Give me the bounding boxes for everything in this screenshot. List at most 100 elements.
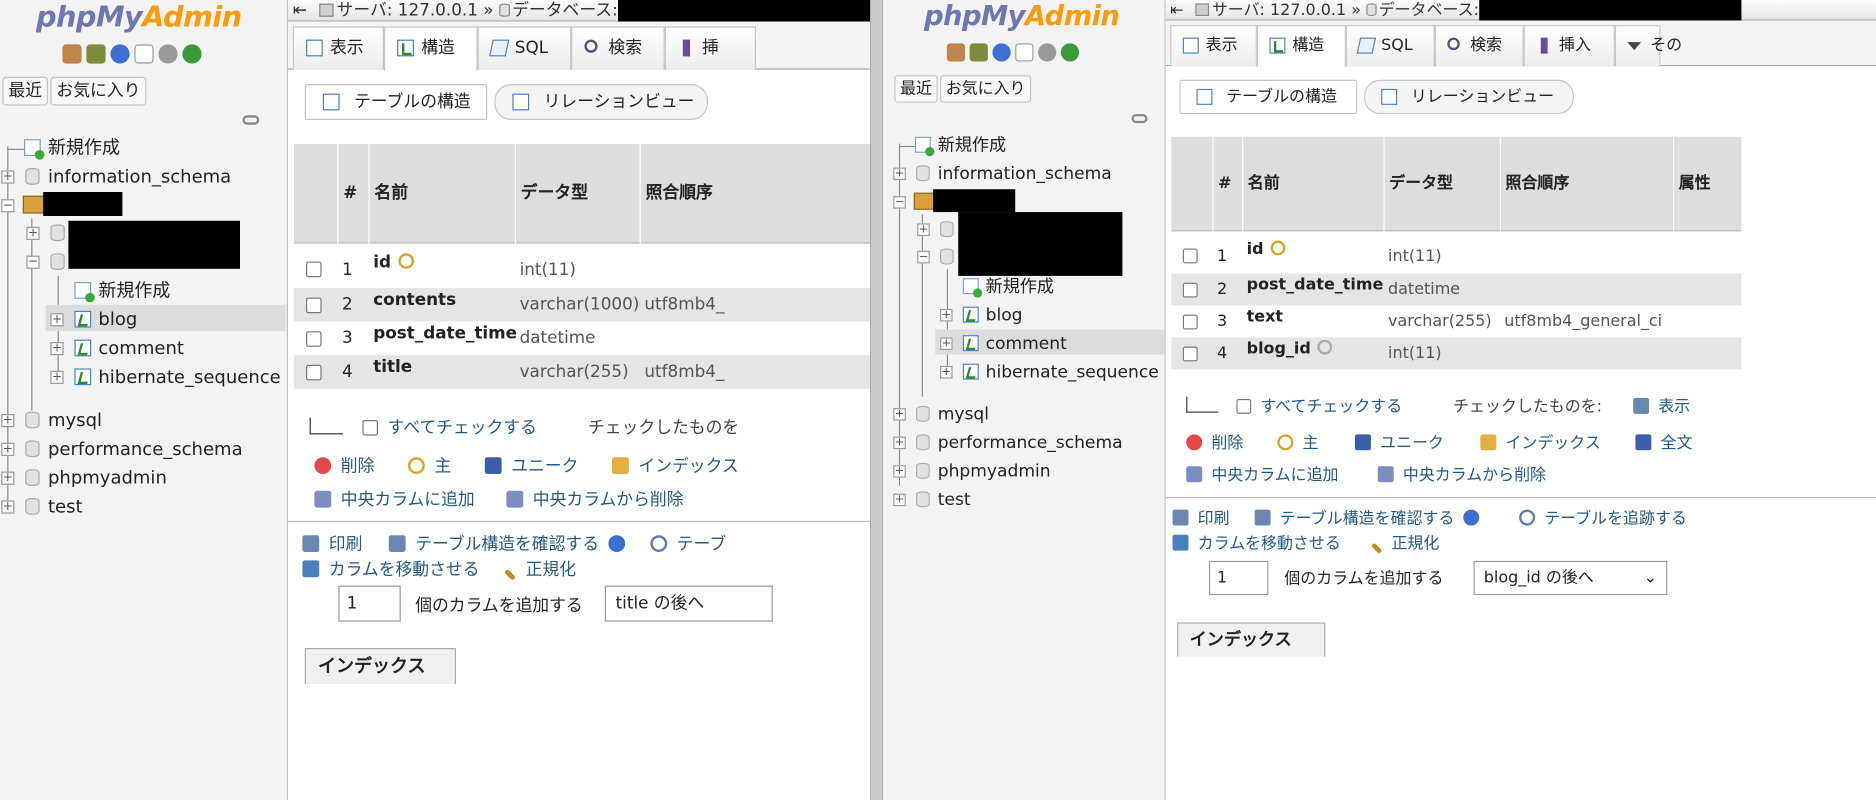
add-central-columns-button[interactable]: 中央カラムに追加 — [314, 487, 475, 511]
recent-button[interactable]: 最近 — [894, 75, 938, 103]
unique-button[interactable]: ユニーク — [484, 454, 578, 478]
expand-icon[interactable]: + — [1, 500, 15, 514]
favorites-button[interactable]: お気に入り — [940, 75, 1032, 103]
expand-icon[interactable]: + — [893, 493, 906, 507]
primary-button[interactable]: 主 — [1277, 431, 1318, 454]
logout-icon[interactable] — [969, 43, 988, 62]
indexes-section-header[interactable]: インデックス — [304, 648, 457, 684]
row-checkbox[interactable] — [306, 261, 322, 278]
column-name[interactable]: blog_id — [1247, 337, 1333, 360]
print-link[interactable]: 印刷 — [1172, 506, 1230, 529]
collapse-icon[interactable]: − — [917, 250, 930, 264]
col-header-name[interactable]: 名前 — [368, 144, 514, 244]
check-all-checkbox[interactable] — [362, 420, 378, 436]
phpmyadmin-logo[interactable]: phpMyAdmin — [36, 0, 242, 34]
check-all-checkbox[interactable] — [1236, 399, 1252, 414]
col-header-number[interactable]: # — [1212, 136, 1242, 232]
breadcrumb-database[interactable]: データベース: — [512, 1, 618, 20]
fulltext-button[interactable]: 全文 — [1635, 431, 1692, 454]
gear-icon[interactable] — [1038, 43, 1057, 62]
row-checkbox[interactable] — [306, 331, 322, 347]
tab-sql[interactable]: SQL — [477, 26, 572, 70]
help-icon[interactable] — [608, 535, 626, 552]
add-column-count-input[interactable]: 1 — [1209, 560, 1269, 596]
tab-browse[interactable]: 表示 — [1170, 25, 1257, 67]
breadcrumb-server[interactable]: サーバ: 127.0.0.1 — [337, 1, 478, 20]
column-name[interactable]: post_date_time — [1247, 274, 1384, 297]
expand-icon[interactable]: + — [50, 342, 64, 356]
col-header-collation[interactable]: 照合順序 — [1499, 136, 1673, 232]
help-icon[interactable] — [1463, 509, 1480, 526]
column-name[interactable]: id — [373, 251, 414, 275]
propose-structure-link[interactable]: テーブル構造を確認する — [1254, 506, 1489, 529]
add-central-columns-button[interactable]: 中央カラムに追加 — [1186, 463, 1339, 486]
col-header-number[interactable]: # — [337, 144, 368, 244]
normalize-link[interactable]: 正規化 — [504, 557, 576, 581]
breadcrumb-database[interactable]: データベース: — [1379, 1, 1479, 19]
link-icon[interactable] — [242, 115, 260, 125]
normalize-link[interactable]: 正規化 — [1370, 531, 1439, 554]
move-columns-link[interactable]: カラムを移動させる — [1172, 531, 1341, 554]
tab-more[interactable]: その — [1614, 25, 1682, 67]
tab-browse[interactable]: 表示 — [292, 26, 384, 70]
add-column-count-input[interactable]: 1 — [338, 585, 401, 622]
drop-button[interactable]: 削除 — [314, 454, 374, 478]
collapse-icon[interactable]: − — [1, 199, 15, 213]
row-checkbox[interactable] — [306, 364, 322, 381]
col-header-type[interactable]: データ型 — [514, 144, 640, 244]
add-column-position-select[interactable]: title の後へ — [604, 585, 773, 622]
phpmyadmin-logo[interactable]: phpMyAdmin — [924, 0, 1120, 32]
indexes-section-header[interactable]: インデックス — [1177, 622, 1326, 657]
tab-sql[interactable]: SQL — [1345, 25, 1435, 67]
col-header-name[interactable]: 名前 — [1242, 136, 1383, 232]
expand-icon[interactable]: + — [893, 465, 906, 478]
add-column-position-select[interactable]: blog_id の後へ ⌄ — [1473, 560, 1668, 596]
gear-icon[interactable] — [158, 44, 178, 64]
tab-structure[interactable]: 構造 — [1256, 25, 1346, 68]
tab-structure[interactable]: 構造 — [384, 26, 478, 71]
help-icon[interactable] — [110, 44, 130, 64]
expand-icon[interactable]: + — [940, 337, 953, 350]
tab-insert[interactable]: 挿入 — [1523, 25, 1615, 67]
remove-central-columns-button[interactable]: 中央カラムから削除 — [506, 487, 684, 511]
documentation-icon[interactable] — [134, 44, 154, 64]
remove-central-columns-button[interactable]: 中央カラムから削除 — [1377, 463, 1546, 486]
primary-button[interactable]: 主 — [408, 454, 451, 478]
propose-structure-link[interactable]: テーブル構造を確認する — [388, 532, 635, 556]
drop-button[interactable]: 削除 — [1186, 431, 1243, 454]
home-icon[interactable] — [946, 43, 966, 62]
expand-icon[interactable]: + — [1, 442, 15, 457]
expand-icon[interactable]: + — [50, 313, 64, 327]
row-checkbox[interactable] — [1182, 248, 1198, 264]
breadcrumb-server[interactable]: サーバ: 127.0.0.1 — [1212, 1, 1346, 19]
reload-icon[interactable] — [182, 44, 202, 64]
collapse-icon[interactable]: − — [893, 196, 906, 209]
documentation-icon[interactable] — [1015, 43, 1034, 62]
column-name[interactable]: text — [1247, 306, 1283, 329]
row-checkbox[interactable] — [306, 297, 322, 314]
index-button[interactable]: インデックス — [612, 454, 739, 478]
relation-view-button[interactable]: リレーションビュー — [1364, 79, 1574, 114]
relation-view-button[interactable]: リレーションビュー — [494, 84, 708, 121]
help-icon[interactable] — [992, 43, 1011, 62]
check-all[interactable]: すべてチェックする — [362, 415, 537, 439]
index-button[interactable]: インデックス — [1480, 431, 1601, 454]
expand-icon[interactable]: + — [893, 436, 906, 450]
expand-icon[interactable]: + — [1, 471, 15, 485]
col-header-type[interactable]: データ型 — [1383, 136, 1499, 232]
collapse-icon[interactable]: − — [26, 255, 40, 269]
check-all[interactable]: すべてチェックする — [1236, 394, 1402, 417]
row-checkbox[interactable] — [1182, 282, 1198, 298]
column-name[interactable]: title — [373, 355, 412, 379]
col-header-collation[interactable]: 照合順序 — [639, 144, 760, 244]
tab-search[interactable]: 検索 — [571, 26, 665, 70]
table-structure-button[interactable]: テーブルの構造 — [304, 84, 488, 121]
browse-selected-button[interactable]: 表示 — [1633, 394, 1690, 417]
link-icon[interactable] — [1131, 114, 1148, 124]
favorites-button[interactable]: お気に入り — [50, 76, 147, 106]
column-name[interactable]: id — [1247, 238, 1286, 261]
table-structure-button[interactable]: テーブルの構造 — [1179, 79, 1358, 114]
row-checkbox[interactable] — [1182, 314, 1198, 330]
print-link[interactable]: 印刷 — [302, 532, 362, 556]
track-table-link[interactable]: テーブルを追跡する — [1519, 506, 1687, 529]
